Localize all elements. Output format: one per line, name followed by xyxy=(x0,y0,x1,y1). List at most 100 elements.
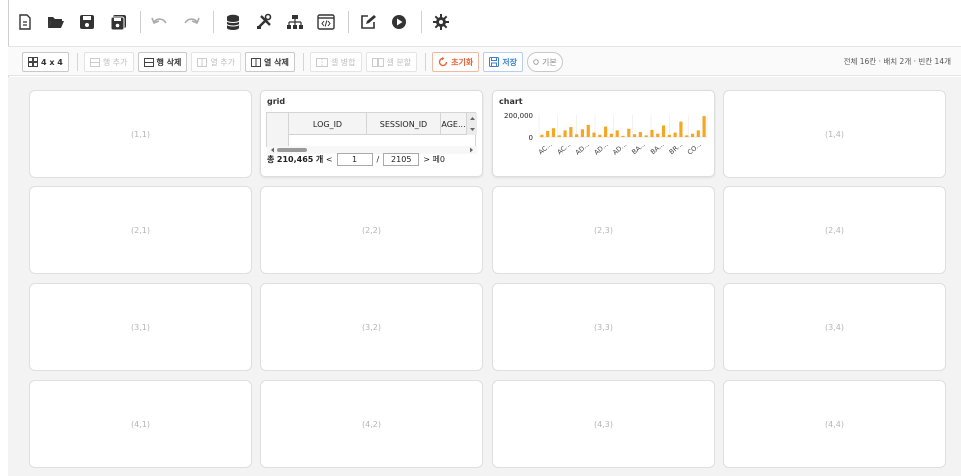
table-header: LOG_ID SESSION_ID AGE... xyxy=(267,113,477,135)
bar xyxy=(540,134,544,137)
delete-col-button[interactable]: 열 삭제 xyxy=(245,52,295,72)
cell-label: (2,3) xyxy=(594,225,613,235)
bar xyxy=(546,130,550,137)
grid-icon xyxy=(28,57,38,67)
undo-icon[interactable] xyxy=(149,11,171,33)
empty-cell[interactable]: (3,4) xyxy=(723,283,946,371)
empty-cell[interactable]: (4,4) xyxy=(723,380,946,468)
settings-icon[interactable] xyxy=(430,11,452,33)
empty-cell[interactable]: (3,1) xyxy=(29,283,252,371)
circle-icon xyxy=(533,59,539,65)
layout-stats: 전체 16칸 · 배치 2개 · 빈칸 14개 xyxy=(843,57,951,66)
data-table[interactable]: LOG_ID SESSION_ID AGE... xyxy=(266,112,477,154)
empty-cell[interactable]: (1,4) xyxy=(723,90,946,178)
grid-widget[interactable]: grid LOG_ID SESSION_ID AGE... 총 210,465 … xyxy=(260,90,483,177)
grid-size-label: 4 x 4 xyxy=(41,57,63,67)
empty-cell[interactable]: (4,2) xyxy=(260,380,483,468)
reset-label: 초기화 xyxy=(451,57,474,67)
run-icon[interactable] xyxy=(388,11,410,33)
cell-label: (4,3) xyxy=(594,419,613,429)
bar xyxy=(696,130,700,137)
add-col-label: 열 추가 xyxy=(210,57,235,67)
x-tick-label: BA... xyxy=(630,140,647,156)
widget-title: chart xyxy=(499,97,523,106)
cell-label: (4,1) xyxy=(131,419,150,429)
split-cell-label: 셀 분할 xyxy=(386,57,412,67)
bar xyxy=(592,132,596,137)
prev-page-button[interactable]: < xyxy=(326,155,333,164)
add-row-button[interactable]: 행 추가 xyxy=(83,52,134,72)
empty-cell[interactable]: (2,1) xyxy=(29,186,252,274)
code-icon[interactable] xyxy=(315,11,337,33)
add-col-button[interactable]: 열 추가 xyxy=(191,52,241,72)
column-header[interactable]: LOG_ID xyxy=(289,113,367,135)
open-folder-icon[interactable] xyxy=(45,11,67,33)
vertical-scrollbar[interactable] xyxy=(466,113,477,135)
empty-cell[interactable]: (2,3) xyxy=(492,186,715,274)
bar xyxy=(604,126,608,137)
empty-cell[interactable]: (4,3) xyxy=(492,380,715,468)
layout-grid: (1,1) (1,4) (2,1) (2,2) (2,3) (2,4) (3,1… xyxy=(8,77,961,476)
default-badge[interactable]: 기본 xyxy=(526,52,563,72)
bar-chart: 200,0000AC... AC... AD... AD... AD... BA... BA… xyxy=(504,112,708,157)
toolbar-separator xyxy=(76,53,78,71)
save-layout-button[interactable]: 저장 xyxy=(483,52,523,72)
bar xyxy=(690,133,695,137)
save-icon[interactable] xyxy=(76,11,98,33)
toolbar-separator xyxy=(348,11,349,33)
page-input[interactable]: 1 xyxy=(336,153,373,166)
y-tick-label: 200,000 xyxy=(504,112,533,120)
empty-cell[interactable]: (2,2) xyxy=(260,186,483,274)
toolbar-separator xyxy=(140,11,141,33)
toolbar-separator xyxy=(425,53,427,71)
column-header[interactable]: SESSION_ID xyxy=(367,113,441,135)
x-tick-label: AC... xyxy=(556,140,573,156)
toolbar-separator xyxy=(213,11,214,33)
x-tick-label: AD... xyxy=(611,140,628,156)
bar xyxy=(569,127,573,137)
main-toolbar xyxy=(14,6,461,38)
add-row-label: 행 추가 xyxy=(102,57,128,67)
merge-cells-button[interactable]: 셀 병합 xyxy=(309,52,362,72)
database-icon[interactable] xyxy=(222,11,244,33)
new-file-icon[interactable] xyxy=(14,11,36,33)
empty-cell[interactable]: (1,1) xyxy=(29,90,252,178)
bar xyxy=(685,135,689,137)
split-cell-button[interactable]: 셀 분할 xyxy=(365,52,418,72)
chart-widget[interactable]: chart 200,000 0 AC... AC... AD... AD... AD... B… xyxy=(492,90,715,177)
save-all-icon[interactable] xyxy=(107,11,129,33)
bar xyxy=(673,132,677,137)
reset-button[interactable]: 초기화 xyxy=(432,52,480,72)
cell-label: (3,3) xyxy=(594,322,613,332)
bar xyxy=(557,135,561,137)
empty-cell[interactable]: (4,1) xyxy=(29,380,252,468)
total-suffix: 개 xyxy=(315,155,324,164)
horizontal-scrollbar[interactable] xyxy=(267,139,477,154)
merge-icon xyxy=(315,57,328,67)
next-page-button[interactable]: > xyxy=(423,155,430,164)
hierarchy-icon[interactable] xyxy=(284,11,306,33)
empty-cell[interactable]: (2,4) xyxy=(723,186,946,274)
delete-row-icon xyxy=(143,57,154,67)
column-header[interactable]: AGE... xyxy=(441,113,466,135)
empty-cell[interactable]: (3,3) xyxy=(492,283,715,371)
x-tick-label: BA... xyxy=(649,140,666,156)
bar xyxy=(615,130,619,137)
bar xyxy=(650,129,654,137)
grid-size-button[interactable]: 4 x 4 xyxy=(22,52,69,72)
bar xyxy=(575,134,579,137)
cell-label: (1,1) xyxy=(131,129,150,139)
toolbar-separator xyxy=(302,53,304,71)
delete-row-button[interactable]: 행 삭제 xyxy=(137,52,188,72)
empty-cell[interactable]: (3,2) xyxy=(260,283,483,371)
bar xyxy=(598,134,602,137)
bar xyxy=(609,133,614,137)
delete-row-label: 행 삭제 xyxy=(156,57,182,67)
bar xyxy=(656,133,660,137)
cell-label: (3,2) xyxy=(362,322,381,332)
cell-label: (4,2) xyxy=(362,419,381,429)
edit-icon[interactable] xyxy=(357,11,379,33)
redo-icon[interactable] xyxy=(180,11,202,33)
tools-icon[interactable] xyxy=(253,11,275,33)
cell-label: (2,1) xyxy=(131,225,150,235)
